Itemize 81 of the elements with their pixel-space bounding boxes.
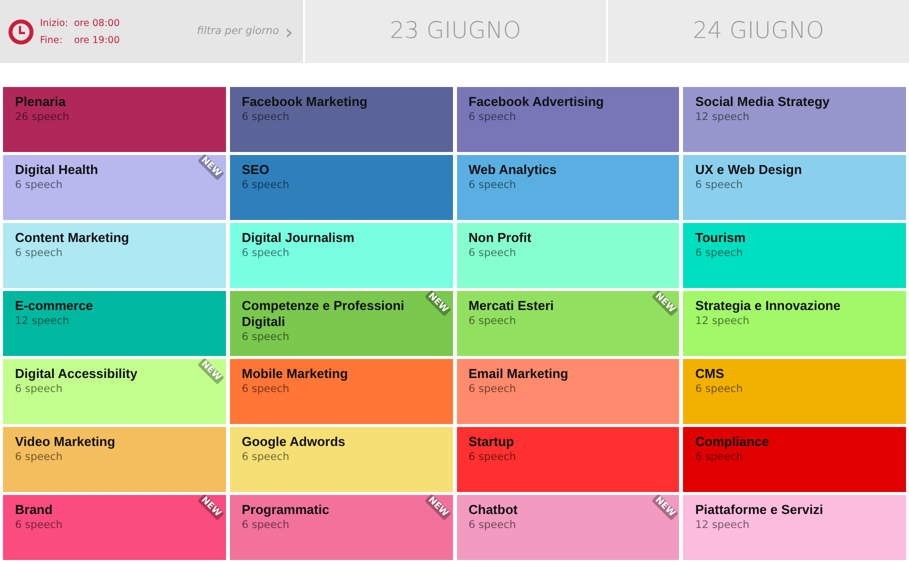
track-title: UX e Web Design xyxy=(695,162,803,178)
track-title: Strategia e Innovazione xyxy=(695,298,842,314)
speech-count: 6 speech xyxy=(468,450,518,464)
speech-count: 12 speech xyxy=(695,518,750,532)
track-title: Social Media Strategy xyxy=(695,94,831,110)
track-title: Web Analytics xyxy=(468,162,558,178)
track-title: E-commerce xyxy=(15,298,94,314)
track-tile[interactable]: Compliance 6 speech xyxy=(683,427,906,492)
end-label: Fine: xyxy=(40,34,64,48)
track-title: Startup xyxy=(468,434,515,450)
track-tile[interactable]: Email Marketing 6 speech xyxy=(456,359,680,424)
speech-count: 26 speech xyxy=(15,110,70,124)
speech-count: 6 speech xyxy=(242,518,290,532)
track-title: Mercati Esteri xyxy=(468,298,555,314)
speech-count: 12 speech xyxy=(695,314,750,328)
speech-count: 12 speech xyxy=(15,314,70,328)
speech-count: 6 speech xyxy=(695,382,744,396)
speech-count: 6 speech xyxy=(15,518,64,532)
track-title: Non Profit xyxy=(468,230,532,246)
track-title: Digital Health xyxy=(15,162,100,178)
track-title: Piattaforme e Servizi xyxy=(695,502,824,518)
start-label: Inizio: xyxy=(40,16,70,30)
track-tile[interactable]: SEO 6 speech xyxy=(230,155,452,220)
chevron-icon: › xyxy=(285,22,293,42)
speech-count: 6 speech xyxy=(242,110,290,124)
speech-count: 12 speech xyxy=(695,110,750,124)
track-tile[interactable]: Non Profit 6 speech xyxy=(456,223,680,288)
speech-count: 6 speech xyxy=(468,246,518,260)
track-title: Digital Accessibility xyxy=(15,366,138,382)
track-title: SEO xyxy=(242,162,270,178)
speech-count: 6 speech xyxy=(468,178,518,192)
speech-count: 6 speech xyxy=(15,382,64,396)
track-title: Programmatic xyxy=(242,502,330,518)
track-title: Chatbot xyxy=(468,502,519,518)
speech-count: 6 speech xyxy=(242,330,290,344)
track-title: Digital Journalism xyxy=(242,230,356,246)
speech-count: 6 speech xyxy=(695,178,744,192)
track-tile[interactable]: Content Marketing 6 speech xyxy=(3,223,226,288)
track-tile[interactable]: CMS 6 speech xyxy=(683,359,906,424)
speech-count: 6 speech xyxy=(468,518,518,532)
speech-count: 6 speech xyxy=(242,178,290,192)
track-tile[interactable]: Piattaforme e Servizi 12 speech xyxy=(683,495,906,560)
track-title: Tourism xyxy=(695,230,747,246)
clock-icon xyxy=(8,18,34,44)
track-tile[interactable]: Startup 6 speech xyxy=(456,427,680,492)
track-tile[interactable]: Web Analytics 6 speech xyxy=(456,155,680,220)
track-tile[interactable]: Strategia e Innovazione 12 speech xyxy=(683,291,906,356)
track-tile[interactable]: Mobile Marketing 6 speech xyxy=(230,359,452,424)
speech-count: 6 speech xyxy=(15,450,64,464)
speech-count: 6 speech xyxy=(242,382,290,396)
track-title: Content Marketing xyxy=(15,230,130,246)
track-tile[interactable]: Video Marketing 6 speech xyxy=(3,427,226,492)
track-title: Brand xyxy=(15,502,54,518)
end-time: ore 19:00 xyxy=(74,34,120,46)
speech-count: 6 speech xyxy=(468,382,518,396)
track-tile[interactable]: Facebook Advertising 6 speech xyxy=(456,87,680,152)
speech-count: 6 speech xyxy=(15,178,64,192)
speech-count: 6 speech xyxy=(242,246,290,260)
track-tile[interactable]: Digital Journalism 6 speech xyxy=(230,223,452,288)
track-title: Facebook Marketing xyxy=(242,94,368,110)
track-tile[interactable]: Tourism 6 speech xyxy=(683,223,906,288)
track-tile[interactable]: UX e Web Design 6 speech xyxy=(683,155,906,220)
speech-count: 6 speech xyxy=(242,450,290,464)
track-title: Video Marketing xyxy=(15,434,116,450)
start-time: ore 08:00 xyxy=(74,18,120,28)
track-title: Google Adwords xyxy=(242,434,346,450)
track-tile[interactable]: Google Adwords 6 speech xyxy=(230,427,452,492)
track-title: CMS xyxy=(695,366,726,382)
speech-count: 6 speech xyxy=(468,314,518,328)
track-tile[interactable]: Social Media Strategy 12 speech xyxy=(683,87,906,152)
track-title: Plenaria xyxy=(15,94,67,110)
track-title: Compliance xyxy=(695,434,770,450)
track-title: Competenze e Professioni Digitali xyxy=(242,298,406,330)
speech-count: 6 speech xyxy=(15,246,64,260)
track-title: Email Marketing xyxy=(468,366,570,382)
speech-count: 6 speech xyxy=(695,246,744,260)
speech-count: 6 speech xyxy=(695,450,744,464)
track-tile[interactable]: E-commerce 12 speech xyxy=(3,291,226,356)
speech-count: 6 speech xyxy=(468,110,518,124)
track-title: Facebook Advertising xyxy=(468,94,605,110)
track-title: Mobile Marketing xyxy=(242,366,349,382)
